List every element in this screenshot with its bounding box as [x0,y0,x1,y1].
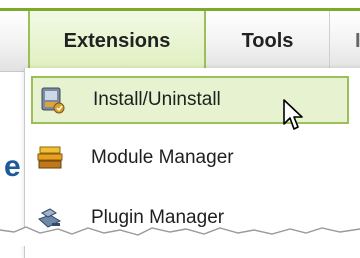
module-manager-label: Module Manager [91,147,234,168]
module-manager-icon [35,143,65,173]
top-menubar: Extensions Tools I [0,8,360,72]
install-box-icon [37,85,67,115]
install-uninstall-label: Install/Uninstall [93,89,221,110]
menu-item-module-manager[interactable]: Module Manager [31,134,349,182]
menu-tools[interactable]: Tools [206,11,330,71]
background-heading-fragment: e [4,150,21,183]
mouse-pointer-icon [283,99,303,130]
torn-paper-edge [0,226,360,246]
menu-extensions[interactable]: Extensions [28,11,206,71]
menu-next-truncated[interactable]: I [331,11,360,71]
